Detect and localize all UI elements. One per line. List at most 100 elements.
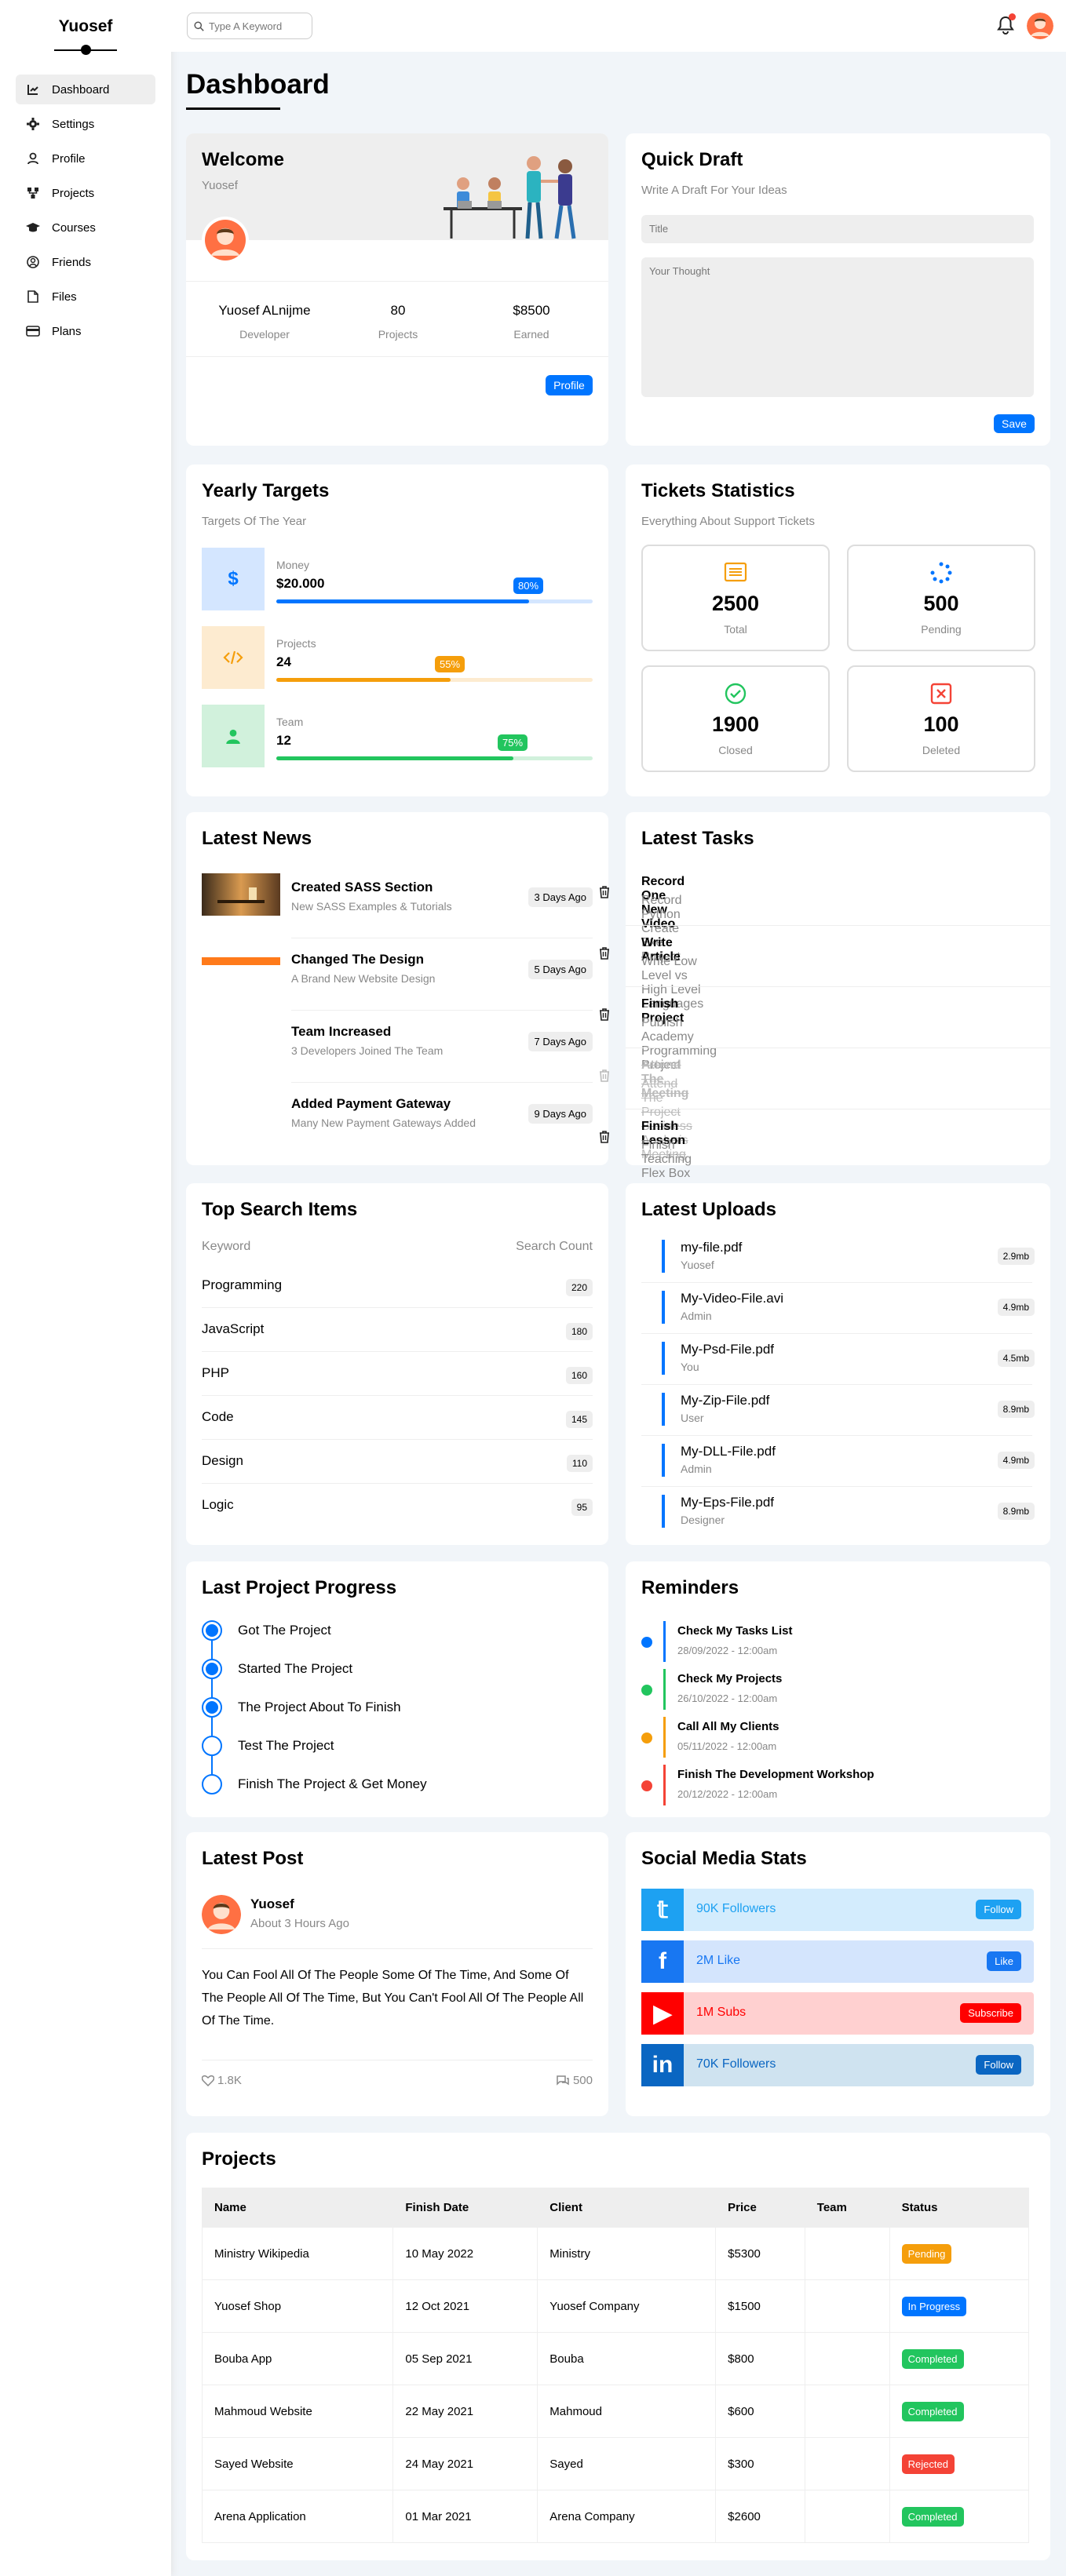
social-like-button[interactable]: Like [987, 1951, 1021, 1971]
project-team-cell [804, 2332, 890, 2385]
reminder-date: 20/12/2022 - 12:00am [677, 1788, 778, 1800]
news-time-badge: 9 Days Ago [528, 1104, 593, 1124]
sidebar-item-friends[interactable]: Friends [16, 247, 155, 277]
likes-count: 1.8K [217, 2074, 242, 2087]
project-progress-title: Last Project Progress [202, 1577, 397, 1598]
search-count-badge: 160 [565, 1367, 593, 1384]
ticket-box: 2500 Total [641, 545, 830, 651]
post-author: Yuosef [250, 1896, 294, 1911]
upload-divider [641, 1486, 1032, 1487]
post-comments[interactable]: 500 [556, 2074, 593, 2087]
trash-icon[interactable] [599, 1069, 610, 1086]
latest-uploads-card: Latest Uploads my-file.pdf Yuosef 2.9mb My-… [626, 1183, 1050, 1545]
yearly-targets-card: Yearly Targets Targets Of The Year $ Mone… [186, 465, 608, 796]
progress-step: The Project About To Finish [202, 1697, 401, 1718]
title-underline [186, 107, 280, 110]
search-count-badge: 180 [565, 1323, 593, 1340]
project-status-cell: Pending [889, 2227, 1030, 2280]
sidebar-item-courses[interactable]: Courses [16, 213, 155, 242]
news-title[interactable]: Added Payment Gateway [291, 1096, 451, 1112]
draft-title-input[interactable]: Title [641, 215, 1034, 243]
quick-draft-title: Quick Draft [641, 149, 743, 170]
tickets-subtitle: Everything About Support Tickets [641, 515, 815, 528]
search-divider [202, 1483, 593, 1484]
status-badge: Completed [901, 2348, 964, 2369]
social-follow-button[interactable]: Follow [976, 2055, 1021, 2075]
file-icon [662, 1291, 665, 1324]
upload-file-name[interactable]: My-Eps-File.pdf [681, 1495, 774, 1510]
table-header-cell: Name [201, 2188, 394, 2228]
social-item: 𝕥 90K Followers Follow [641, 1889, 1034, 1931]
news-description: A Brand New Website Design [291, 972, 436, 985]
trash-icon[interactable] [599, 947, 610, 964]
post-divider-top [202, 1948, 593, 1949]
table-header-cell: Finish Date [392, 2188, 538, 2228]
trash-icon[interactable] [599, 1131, 610, 1147]
project-price-cell: $600 [715, 2385, 805, 2438]
table-header-cell: Status [889, 2188, 1030, 2228]
target-label: Team [276, 716, 304, 728]
project-name-cell: Mahmoud Website [201, 2385, 394, 2438]
latest-tasks-title: Latest Tasks [641, 828, 754, 849]
avatar[interactable] [1027, 13, 1053, 39]
project-team-cell [804, 2227, 890, 2280]
save-button[interactable]: Save [994, 414, 1035, 433]
post-time: About 3 Hours Ago [250, 1917, 349, 1930]
latest-uploads-title: Latest Uploads [641, 1199, 777, 1220]
news-title[interactable]: Created SASS Section [291, 880, 433, 895]
trash-icon[interactable] [599, 1008, 610, 1025]
keyword-column-header: Keyword [202, 1240, 251, 1253]
progress-step: Started The Project [202, 1659, 352, 1679]
sidebar-item-projects[interactable]: Projects [16, 178, 155, 208]
search-input[interactable]: Type A Keyword [187, 13, 312, 39]
reminder-item: Finish The Development Workshop 20/12/202… [641, 1765, 1034, 1805]
profile-button[interactable]: Profile [546, 375, 593, 395]
table-row: Arena Application 01 Mar 2021 Arena Compan… [201, 2490, 1030, 2543]
upload-user: Admin [681, 1463, 712, 1475]
project-progress-card: Last Project Progress Got The Project Sta… [186, 1561, 608, 1817]
news-title[interactable]: Team Increased [291, 1024, 391, 1040]
post-avatar[interactable] [202, 1895, 241, 1934]
sidebar-item-files[interactable]: Files [16, 282, 155, 312]
ticket-label: Total [724, 623, 747, 636]
upload-user: Yuosef [681, 1259, 714, 1271]
social-stats-card: Social Media Stats 𝕥 90K Followers Follow f… [626, 1832, 1050, 2116]
sidebar-item-dashboard[interactable]: Dashboard [16, 75, 155, 104]
upload-file-name[interactable]: My-Psd-File.pdf [681, 1342, 774, 1357]
progress-step-circle [202, 1697, 222, 1718]
post-likes[interactable]: 1.8K [202, 2074, 242, 2087]
reminder-item: Check My Tasks List 28/09/2022 - 12:00am [641, 1621, 1034, 1662]
welcome-avatar[interactable] [202, 217, 249, 264]
upload-size-badge: 2.9mb [997, 1248, 1035, 1265]
sidebar-item-profile[interactable]: Profile [16, 144, 155, 173]
sidebar-item-label: Projects [52, 186, 95, 200]
sidebar-item-label: Profile [52, 151, 86, 166]
projects-table-body: Ministry Wikipedia 10 May 2022 Ministry $53… [201, 2227, 1030, 2543]
sidebar-item-label: Dashboard [52, 82, 110, 97]
reminder-item: Call All My Clients 05/11/2022 - 12:00am [641, 1717, 1034, 1758]
sidebar-item-settings[interactable]: Settings [16, 109, 155, 139]
project-date-cell: 22 May 2021 [392, 2385, 538, 2438]
upload-file-name[interactable]: my-file.pdf [681, 1240, 742, 1255]
topbar: Type A Keyword [171, 0, 1066, 52]
ticket-value: 2500 [711, 592, 760, 615]
upload-size-badge: 4.9mb [997, 1299, 1035, 1316]
draft-body-textarea[interactable]: Your Thought [641, 257, 1034, 397]
upload-file-name[interactable]: My-Zip-File.pdf [681, 1393, 769, 1408]
table-row: Bouba App 05 Sep 2021 Bouba $800 Completed [201, 2332, 1030, 2385]
sidebar-item-plans[interactable]: Plans [16, 316, 155, 346]
trash-icon[interactable] [599, 886, 610, 902]
upload-file-name[interactable]: My-DLL-File.pdf [681, 1444, 776, 1459]
upload-file-name[interactable]: My-Video-File.avi [681, 1291, 783, 1306]
social-follow-button[interactable]: Follow [976, 1900, 1021, 1919]
project-name-cell: Sayed Website [201, 2437, 394, 2490]
yearly-targets-title: Yearly Targets [202, 480, 330, 501]
social-subscribe-button[interactable]: Subscribe [960, 2003, 1021, 2023]
news-thumbnail [202, 955, 280, 969]
search-divider [202, 1395, 593, 1396]
project-price-cell: $800 [715, 2332, 805, 2385]
news-title[interactable]: Changed The Design [291, 952, 424, 967]
project-status-cell: Completed [889, 2385, 1030, 2438]
search-keyword: Code [202, 1409, 234, 1424]
upload-divider [641, 1333, 1032, 1334]
